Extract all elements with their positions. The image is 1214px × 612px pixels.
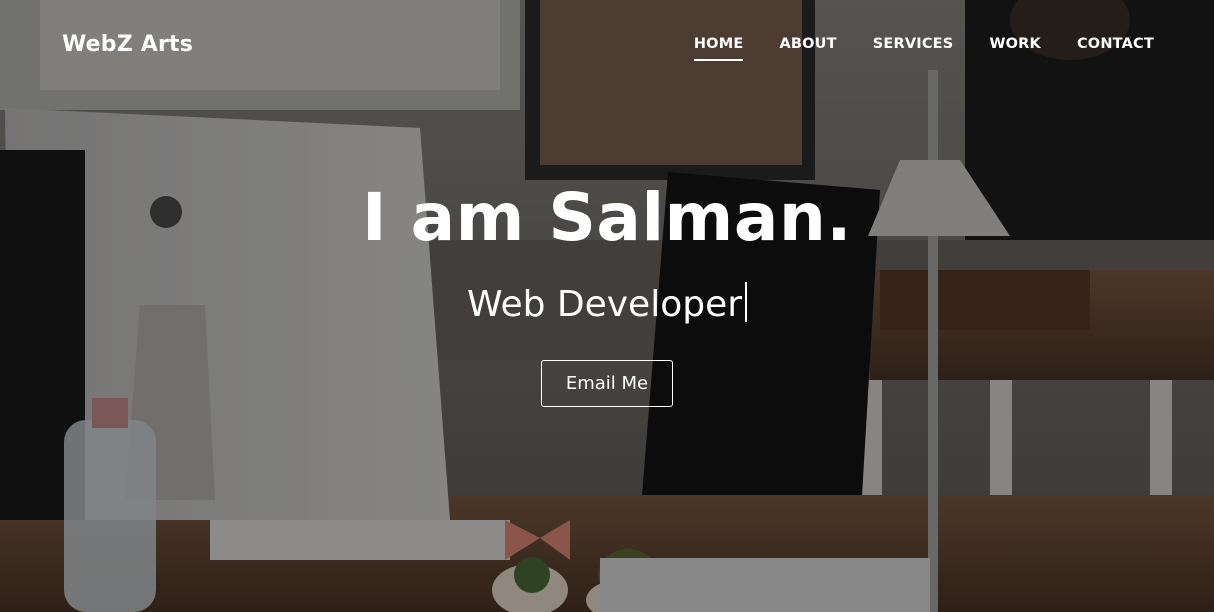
- nav-link-services[interactable]: SERVICES: [873, 36, 954, 61]
- nav-item-home: HOME: [694, 36, 744, 61]
- email-me-button[interactable]: Email Me: [540, 360, 674, 407]
- typed-text: Web Developer: [466, 284, 743, 325]
- main-nav: HOME ABOUT SERVICES WORK CONTACT: [694, 36, 1154, 61]
- nav-item-services: SERVICES: [873, 36, 954, 61]
- nav-item-work: WORK: [989, 36, 1041, 61]
- nav-link-work[interactable]: WORK: [989, 36, 1041, 61]
- brand-logo[interactable]: WebZ Arts: [62, 32, 193, 57]
- hero-section: WebZ Arts HOME ABOUT SERVICES WORK CONTA…: [0, 0, 1214, 612]
- hero-content: I am Salman. Web Developer Email Me: [0, 176, 1214, 407]
- hero-typed-line: Web Developer: [466, 282, 748, 327]
- nav-link-contact[interactable]: CONTACT: [1077, 36, 1154, 61]
- nav-item-contact: CONTACT: [1077, 36, 1154, 61]
- typing-cursor: [745, 282, 748, 322]
- nav-link-home[interactable]: HOME: [694, 36, 744, 61]
- hero-title: I am Salman.: [362, 179, 852, 256]
- nav-link-about[interactable]: ABOUT: [779, 36, 836, 61]
- nav-item-about: ABOUT: [779, 36, 836, 61]
